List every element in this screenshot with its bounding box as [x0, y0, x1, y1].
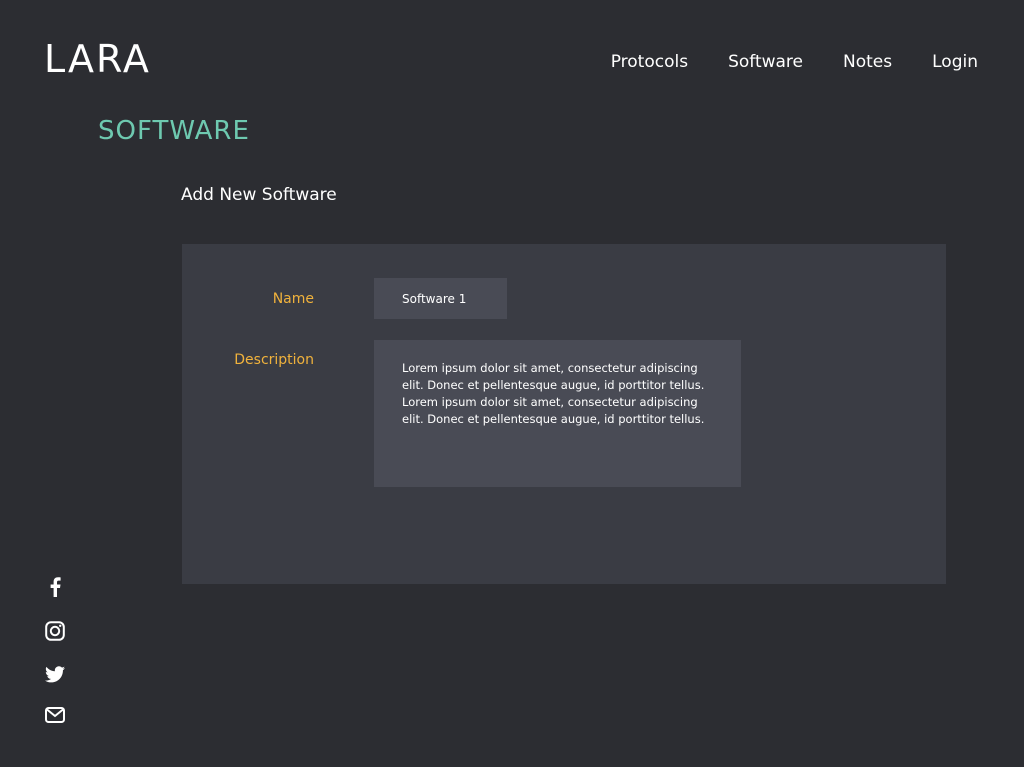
- nav-link-software[interactable]: Software: [728, 52, 803, 72]
- twitter-icon[interactable]: [44, 663, 66, 685]
- logo[interactable]: LARA: [44, 40, 151, 78]
- name-input[interactable]: Software 1: [374, 278, 507, 319]
- main-nav: Protocols Software Notes Login: [611, 52, 978, 72]
- description-textarea[interactable]: Lorem ipsum dolor sit amet, consectetur …: [374, 340, 741, 487]
- section-heading: Add New Software: [181, 185, 337, 205]
- nav-link-login[interactable]: Login: [932, 52, 978, 72]
- facebook-icon[interactable]: [44, 576, 66, 598]
- name-label: Name: [272, 291, 314, 307]
- description-label: Description: [234, 352, 314, 368]
- mail-icon[interactable]: [44, 704, 66, 726]
- nav-link-notes[interactable]: Notes: [843, 52, 892, 72]
- instagram-icon[interactable]: [44, 620, 66, 642]
- form-panel: Name Software 1 Description Lorem ipsum …: [182, 244, 946, 584]
- nav-link-protocols[interactable]: Protocols: [611, 52, 688, 72]
- page-title: SOFTWARE: [98, 116, 250, 146]
